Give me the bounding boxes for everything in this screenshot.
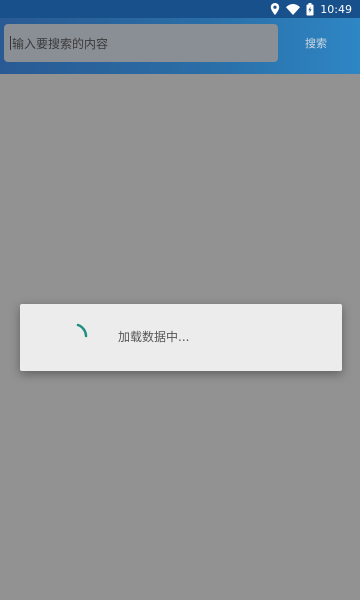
loading-spinner-icon xyxy=(64,316,104,356)
status-time: 10:49 xyxy=(320,2,352,16)
search-input[interactable]: 输入要搜索的内容 xyxy=(4,24,278,62)
loading-message: 加载数据中... xyxy=(118,330,190,344)
status-bar: 10:49 xyxy=(0,0,360,18)
search-placeholder: 输入要搜索的内容 xyxy=(12,36,109,51)
text-cursor xyxy=(10,36,11,50)
loading-dialog: 加载数据中... xyxy=(20,304,342,371)
search-app-bar: 输入要搜索的内容 搜索 xyxy=(0,18,360,74)
app-screen: 10:49 输入要搜索的内容 搜索 加载数据中... xyxy=(0,0,360,600)
search-button[interactable]: 搜索 xyxy=(286,26,346,60)
battery-icon xyxy=(306,2,314,16)
wifi-icon xyxy=(286,3,301,15)
location-icon xyxy=(270,3,280,15)
